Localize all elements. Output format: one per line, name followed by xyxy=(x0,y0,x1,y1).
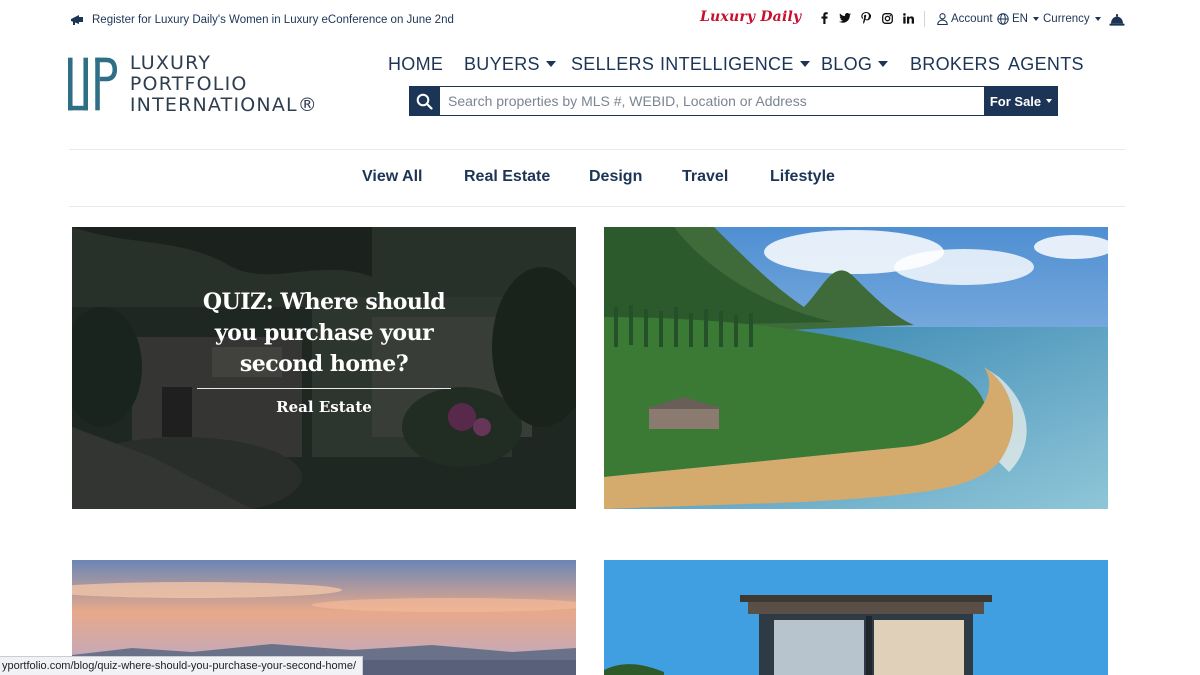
language-label: EN xyxy=(1012,13,1028,25)
nav-blog[interactable]: BLOG xyxy=(821,52,889,76)
promo-link[interactable]: Register for Luxury Daily's Women in Lux… xyxy=(70,13,454,27)
globe-icon xyxy=(997,13,1009,25)
blog-category-tabs: View All Real Estate Design Travel Lifes… xyxy=(0,160,1200,194)
user-icon xyxy=(937,13,948,25)
nav-home[interactable]: HOME xyxy=(388,52,443,76)
chevron-down-icon xyxy=(545,61,556,67)
nav-brokers-label: BROKERS xyxy=(910,53,1001,74)
currency-label: Currency xyxy=(1043,13,1090,25)
instagram-icon[interactable] xyxy=(881,11,893,25)
nav-intelligence[interactable]: INTELLIGENCE xyxy=(660,52,810,76)
listing-type-label: For Sale xyxy=(989,93,1042,109)
card-divider xyxy=(197,387,451,389)
account-label: Account xyxy=(951,13,993,25)
nav-agents[interactable]: AGENTS xyxy=(1008,52,1084,76)
pinterest-icon[interactable] xyxy=(860,11,872,25)
search-icon xyxy=(416,93,433,110)
divider xyxy=(69,206,1125,207)
megaphone-icon xyxy=(70,13,84,27)
social-links xyxy=(818,11,914,25)
chevron-down-icon xyxy=(878,61,889,67)
tab-lifestyle[interactable]: Lifestyle xyxy=(770,168,835,186)
luxury-daily-logo[interactable]: Luxury Daily xyxy=(700,9,801,25)
search-input[interactable] xyxy=(440,86,984,116)
chevron-down-icon xyxy=(799,61,810,67)
chevron-down-icon xyxy=(1046,99,1053,103)
divider xyxy=(69,149,1125,150)
twitter-icon[interactable] xyxy=(839,11,851,25)
tab-design[interactable]: Design xyxy=(589,168,642,186)
nav-home-label: HOME xyxy=(388,53,444,74)
logo-line-3: INTERNATIONAL® xyxy=(129,93,318,116)
tropical-beach-image xyxy=(604,227,1108,509)
nav-blog-label: BLOG xyxy=(821,53,873,74)
listing-type-dropdown[interactable]: For Sale xyxy=(984,86,1058,116)
tab-view-all[interactable]: View All xyxy=(362,168,422,186)
nav-buyers-label: BUYERS xyxy=(464,53,540,74)
search-button[interactable] xyxy=(409,86,440,116)
logo-line-1: LUXURY xyxy=(129,51,212,74)
lpi-monogram-icon xyxy=(68,57,118,111)
chevron-down-icon xyxy=(1094,17,1101,21)
nav-agents-label: AGENTS xyxy=(1008,53,1084,74)
status-bar-url: yportfolio.com/blog/quiz-where-should-yo… xyxy=(0,656,364,675)
nav-sellers[interactable]: SELLERS xyxy=(571,52,654,76)
property-search: For Sale xyxy=(409,86,1058,116)
facebook-icon[interactable] xyxy=(818,11,830,25)
tab-real-estate[interactable]: Real Estate xyxy=(464,168,550,186)
blog-card-modern-house[interactable] xyxy=(604,560,1108,675)
nav-sellers-label: SELLERS xyxy=(571,53,655,74)
nav-intelligence-label: INTELLIGENCE xyxy=(660,53,794,74)
nav-buyers[interactable]: BUYERS xyxy=(464,52,556,76)
card-title: QUIZ: Where should you purchase your sec… xyxy=(202,288,446,377)
account-link[interactable]: Account xyxy=(937,13,993,25)
card-overlay: QUIZ: Where should you purchase your sec… xyxy=(72,227,576,509)
logo-line-2: PORTFOLIO xyxy=(129,72,248,95)
divider xyxy=(924,11,925,27)
site-logo[interactable]: LUXURY PORTFOLIO INTERNATIONAL® xyxy=(68,51,318,116)
currency-selector[interactable]: Currency xyxy=(1043,13,1101,25)
blog-card-quiz[interactable]: QUIZ: Where should you purchase your sec… xyxy=(72,227,576,509)
chevron-down-icon xyxy=(1032,17,1039,21)
modern-house-image xyxy=(604,560,1108,675)
logo-wordmark: LUXURY PORTFOLIO INTERNATIONAL® xyxy=(129,51,318,116)
linkedin-icon[interactable] xyxy=(902,11,914,25)
promo-text: Register for Luxury Daily's Women in Lux… xyxy=(92,14,454,26)
tab-travel[interactable]: Travel xyxy=(682,168,728,186)
top-bar: Register for Luxury Daily's Women in Lux… xyxy=(0,0,1200,40)
blog-card-beach[interactable] xyxy=(604,227,1108,509)
nav-brokers[interactable]: BROKERS xyxy=(910,52,1000,76)
concierge-bell-icon[interactable] xyxy=(1109,11,1125,27)
language-selector[interactable]: EN xyxy=(997,13,1039,25)
card-category: Real Estate xyxy=(276,397,372,416)
